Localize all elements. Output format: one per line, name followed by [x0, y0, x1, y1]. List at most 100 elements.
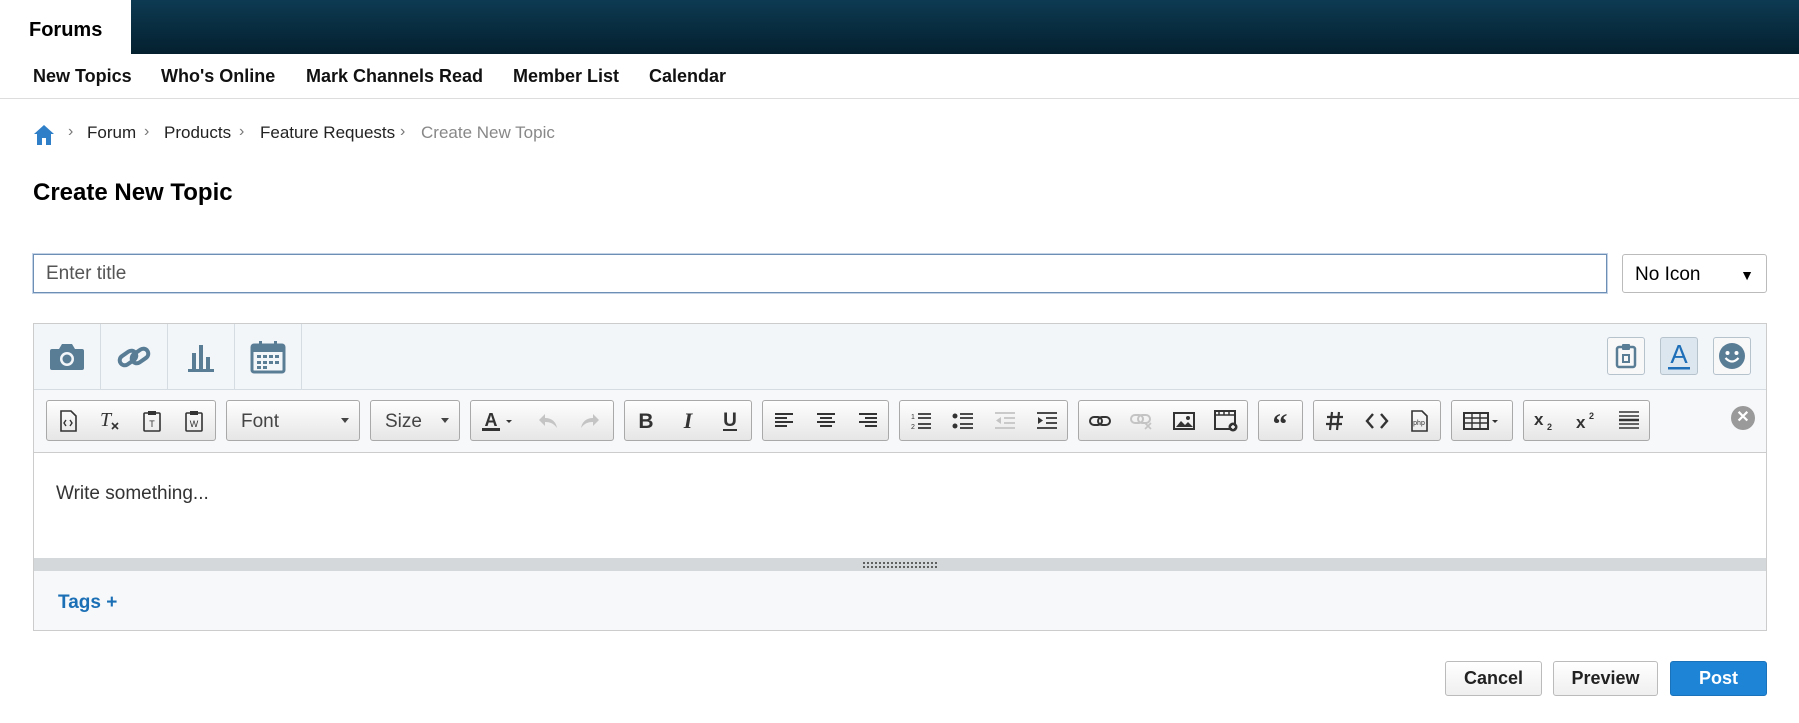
image-icon[interactable]	[1163, 401, 1205, 440]
italic-icon[interactable]: I	[667, 401, 709, 440]
bullet-list-icon[interactable]	[942, 401, 984, 440]
media-toolbar: A	[34, 324, 1766, 390]
toolbar-group-source: T T W	[46, 400, 216, 441]
indent-icon[interactable]	[1026, 401, 1068, 440]
table-icon[interactable]	[1452, 401, 1512, 440]
svg-text:x: x	[1534, 410, 1544, 429]
nav-new-topics[interactable]: New Topics	[33, 66, 132, 87]
svg-text:2: 2	[1547, 422, 1552, 432]
paste-text-icon[interactable]: T	[131, 401, 173, 440]
dropdown-arrow-icon	[341, 418, 349, 423]
editor-placeholder: Write something...	[56, 483, 209, 504]
nav-whos-online[interactable]: Who's Online	[161, 66, 275, 87]
font-select[interactable]: Font	[226, 400, 360, 441]
unlink-icon[interactable]	[1121, 401, 1163, 440]
toolbar-group-color-undo: A	[470, 400, 614, 441]
numbered-list-icon[interactable]: 12	[900, 401, 942, 440]
php-icon[interactable]: php	[1398, 401, 1440, 440]
calendar-icon[interactable]	[235, 324, 302, 390]
breadcrumb-separator: ›	[239, 123, 245, 140]
toolbar-group-basic-styles: B I U	[624, 400, 752, 441]
nav-mark-channels-read[interactable]: Mark Channels Read	[306, 66, 483, 87]
nav-calendar[interactable]: Calendar	[649, 66, 726, 87]
svg-text:“: “	[1273, 412, 1288, 430]
subscript-icon[interactable]: x2	[1524, 401, 1566, 440]
superscript-icon[interactable]: x2	[1566, 401, 1608, 440]
cancel-button[interactable]: Cancel	[1445, 661, 1542, 696]
align-center-icon[interactable]	[805, 401, 847, 440]
chart-icon[interactable]	[168, 324, 235, 390]
tab-forums[interactable]: Forums	[0, 0, 131, 54]
text-format-icon[interactable]: A	[1660, 337, 1698, 375]
font-select-label: Font	[241, 411, 280, 432]
svg-text:W: W	[190, 419, 199, 429]
link-insert-icon[interactable]	[1079, 401, 1121, 440]
resize-grip-icon	[862, 561, 938, 568]
toolbar-group-table	[1451, 400, 1513, 441]
title-input[interactable]	[33, 254, 1607, 293]
svg-text:T: T	[100, 410, 113, 431]
svg-text:2: 2	[1589, 411, 1594, 421]
toolbar-group-code: php	[1313, 400, 1441, 441]
svg-text:php: php	[1413, 420, 1425, 427]
svg-text:U: U	[723, 410, 737, 431]
align-left-icon[interactable]	[763, 401, 805, 440]
toolbar-group-scripts: x2 x2	[1523, 400, 1650, 441]
paste-word-icon[interactable]: W	[173, 401, 215, 440]
svg-text:I: I	[683, 410, 694, 432]
quote-icon[interactable]: “	[1259, 401, 1301, 440]
chevron-down-icon: ▼	[1740, 267, 1754, 283]
smiley-icon[interactable]	[1713, 337, 1751, 375]
svg-text:T: T	[149, 419, 155, 429]
close-icon[interactable]: ✕	[1731, 406, 1755, 430]
editor: A T T W Font Size A B I U 12 “ php x 2 x…	[33, 323, 1767, 631]
toolbar-group-links	[1078, 400, 1248, 441]
breadcrumb-separator: ›	[400, 123, 406, 140]
breadcrumb-current: Create New Topic	[421, 123, 555, 142]
size-select[interactable]: Size	[370, 400, 460, 441]
preview-button[interactable]: Preview	[1553, 661, 1658, 696]
editor-resize-handle[interactable]	[34, 558, 1766, 571]
toolbar-group-align	[762, 400, 889, 441]
bold-icon[interactable]: B	[625, 401, 667, 440]
top-header-bar: Forums	[0, 0, 1799, 54]
tags-link[interactable]: Tags +	[58, 592, 117, 614]
svg-text:A: A	[485, 410, 498, 430]
page-title: Create New Topic	[33, 179, 233, 206]
breadcrumb-feature-requests[interactable]: Feature Requests	[260, 123, 395, 143]
icon-select-value: No Icon	[1635, 264, 1701, 285]
align-right-icon[interactable]	[847, 401, 889, 440]
remove-format-icon[interactable]: T	[89, 401, 131, 440]
svg-text:B: B	[638, 410, 653, 432]
outdent-icon[interactable]	[984, 401, 1026, 440]
source-icon[interactable]	[47, 401, 89, 440]
video-icon[interactable]	[1205, 401, 1247, 440]
breadcrumb-separator: ›	[68, 123, 74, 140]
camera-icon[interactable]	[34, 324, 101, 390]
editor-content-area[interactable]: Write something...	[34, 452, 1766, 558]
text-color-icon[interactable]: A	[471, 401, 525, 440]
svg-text:1: 1	[911, 414, 915, 421]
breadcrumb-products[interactable]: Products	[164, 123, 231, 143]
link-icon[interactable]	[101, 324, 168, 390]
hashtag-icon[interactable]	[1314, 401, 1356, 440]
undo-icon[interactable]	[527, 401, 569, 440]
icon-select[interactable]: No Icon ▼	[1622, 254, 1767, 293]
post-button[interactable]: Post	[1670, 661, 1767, 696]
svg-text:x: x	[1576, 413, 1586, 432]
horizontal-rule-icon[interactable]	[1608, 401, 1650, 440]
code-icon[interactable]	[1356, 401, 1398, 440]
underline-icon[interactable]: U	[709, 401, 751, 440]
home-icon[interactable]	[32, 123, 56, 147]
breadcrumb-separator: ›	[144, 123, 150, 140]
toolbar-group-lists: 12	[899, 400, 1068, 441]
breadcrumb-forum[interactable]: Forum	[87, 123, 136, 143]
size-select-label: Size	[385, 411, 422, 432]
sub-navigation: New Topics Who's Online Mark Channels Re…	[0, 54, 1799, 99]
nav-member-list[interactable]: Member List	[513, 66, 619, 87]
clipboard-icon[interactable]	[1607, 337, 1645, 375]
svg-text:A: A	[1670, 341, 1688, 369]
redo-icon[interactable]	[569, 401, 611, 440]
toolbar-group-quote: “	[1258, 400, 1303, 441]
svg-text:2: 2	[911, 424, 915, 431]
